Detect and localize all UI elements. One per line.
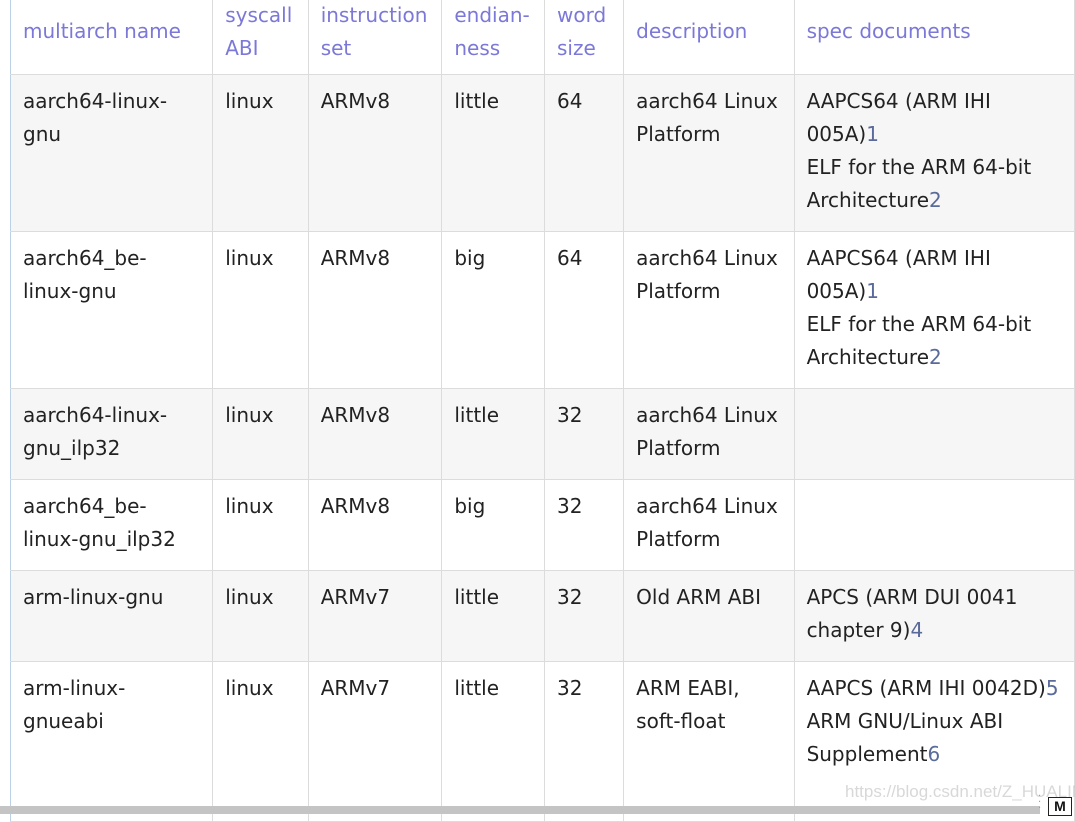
header-instruction-set: instruction set xyxy=(307,0,443,75)
cell-spec-documents xyxy=(793,479,1075,571)
spec-document: APCS (ARM DUI 0041 chapter 9)4 xyxy=(807,581,1062,647)
cell-syscall-abi: linux xyxy=(212,74,309,232)
table-row: aarch64-linux-gnu linux ARMv8 little 64 aarch… xyxy=(9,74,1075,232)
cell-multiarch-name: aarch64-linux-gnu xyxy=(9,74,214,232)
cell-syscall-abi: linux xyxy=(212,661,309,822)
footnote-ref-link[interactable]: 2 xyxy=(929,345,942,369)
corner-m-badge-icon: M xyxy=(1048,797,1072,816)
cell-multiarch-name: arm-linux-gnu xyxy=(9,570,214,662)
cell-endianness: little xyxy=(441,661,545,822)
cell-spec-documents: APCS (ARM DUI 0041 chapter 9)4 xyxy=(793,570,1075,662)
spec-document: ARM GNU/Linux ABI Supplement6 xyxy=(807,705,1062,771)
cell-multiarch-name: aarch64_be-linux-gnu_ilp32 xyxy=(9,479,214,571)
spec-document-title: ARM GNU/Linux ABI Supplement xyxy=(806,709,1004,766)
spec-document: AAPCS64 (ARM IHI 005A)1 xyxy=(807,85,1062,151)
cell-instruction-set: ARMv7 xyxy=(307,570,443,662)
cell-syscall-abi: linux xyxy=(212,231,309,389)
cell-spec-documents xyxy=(793,388,1075,480)
cell-description: Old ARM ABI xyxy=(623,570,795,662)
header-spec-documents: spec documents xyxy=(793,0,1075,75)
cell-endianness: little xyxy=(441,74,545,232)
header-endianness: endian-ness xyxy=(441,0,545,75)
cell-word-size: 32 xyxy=(543,661,625,822)
cell-instruction-set: ARMv7 xyxy=(307,661,443,822)
header-multiarch-name: multiarch name xyxy=(9,0,214,75)
spec-document-title: ELF for the ARM 64-bit Architecture xyxy=(806,155,1032,212)
cell-syscall-abi: linux xyxy=(212,388,309,480)
spec-document: ELF for the ARM 64-bit Architecture2 xyxy=(807,151,1062,217)
cell-multiarch-name: aarch64_be-linux-gnu xyxy=(9,231,214,389)
cell-description: aarch64 Linux Platform xyxy=(623,231,795,389)
spec-document-title: AAPCS64 (ARM IHI 005A) xyxy=(806,89,991,146)
spec-document-title: AAPCS64 (ARM IHI 005A) xyxy=(806,246,991,303)
cell-syscall-abi: linux xyxy=(212,570,309,662)
cell-spec-documents: AAPCS64 (ARM IHI 005A)1 ELF for the ARM 6… xyxy=(793,74,1075,232)
table-row: aarch64_be-linux-gnu linux ARMv8 big 64 aarch… xyxy=(9,231,1075,389)
footnote-ref-link[interactable]: 5 xyxy=(1046,676,1059,700)
cell-endianness: little xyxy=(441,388,545,480)
cell-word-size: 32 xyxy=(543,570,625,662)
cell-instruction-set: ARMv8 xyxy=(307,231,443,389)
horizontal-scrollbar[interactable] xyxy=(0,806,1040,814)
cell-word-size: 64 xyxy=(543,74,625,232)
cell-instruction-set: ARMv8 xyxy=(307,479,443,571)
footnote-ref-link[interactable]: 1 xyxy=(866,122,879,146)
scrollbar-grip-icon[interactable]: · · · xyxy=(1038,792,1042,814)
spec-document-title: AAPCS (ARM IHI 0042D) xyxy=(806,676,1046,700)
cell-instruction-set: ARMv8 xyxy=(307,388,443,480)
table-row: arm-linux-gnu linux ARMv7 little 32 Old ARM A… xyxy=(9,570,1075,662)
footnote-ref-link[interactable]: 4 xyxy=(910,618,923,642)
multiarch-table-container: multiarch name syscall ABI instruction set… xyxy=(9,0,1075,822)
cell-endianness: little xyxy=(441,570,545,662)
cell-word-size: 32 xyxy=(543,479,625,571)
table-header-row: multiarch name syscall ABI instruction set… xyxy=(9,0,1075,75)
cell-endianness: big xyxy=(441,479,545,571)
cell-description: ARM EABI, soft-float xyxy=(623,661,795,822)
footnote-ref-link[interactable]: 6 xyxy=(928,742,941,766)
cell-description: aarch64 Linux Platform xyxy=(623,388,795,480)
spec-document-title: ELF for the ARM 64-bit Architecture xyxy=(806,312,1032,369)
cell-instruction-set: ARMv8 xyxy=(307,74,443,232)
cell-endianness: big xyxy=(441,231,545,389)
cell-word-size: 64 xyxy=(543,231,625,389)
header-word-size: word size xyxy=(543,0,625,75)
spec-document: AAPCS (ARM IHI 0042D)5 xyxy=(807,672,1062,705)
cell-multiarch-name: arm-linux-gnueabi xyxy=(9,661,214,822)
cell-word-size: 32 xyxy=(543,388,625,480)
header-description: description xyxy=(623,0,795,75)
cell-description: aarch64 Linux Platform xyxy=(623,479,795,571)
table-row: aarch64-linux-gnu_ilp32 linux ARMv8 little 3… xyxy=(9,388,1075,480)
cell-spec-documents: AAPCS64 (ARM IHI 005A)1 ELF for the ARM 6… xyxy=(793,231,1075,389)
multiarch-table: multiarch name syscall ABI instruction set… xyxy=(9,0,1075,822)
header-syscall-abi: syscall ABI xyxy=(212,0,309,75)
spec-document: AAPCS64 (ARM IHI 005A)1 xyxy=(807,242,1062,308)
table-row: aarch64_be-linux-gnu_ilp32 linux ARMv8 big 3… xyxy=(9,479,1075,571)
spec-document: ELF for the ARM 64-bit Architecture2 xyxy=(807,308,1062,374)
footnote-ref-link[interactable]: 1 xyxy=(866,279,879,303)
cell-multiarch-name: aarch64-linux-gnu_ilp32 xyxy=(9,388,214,480)
footnote-ref-link[interactable]: 2 xyxy=(929,188,942,212)
cell-syscall-abi: linux xyxy=(212,479,309,571)
cell-description: aarch64 Linux Platform xyxy=(623,74,795,232)
